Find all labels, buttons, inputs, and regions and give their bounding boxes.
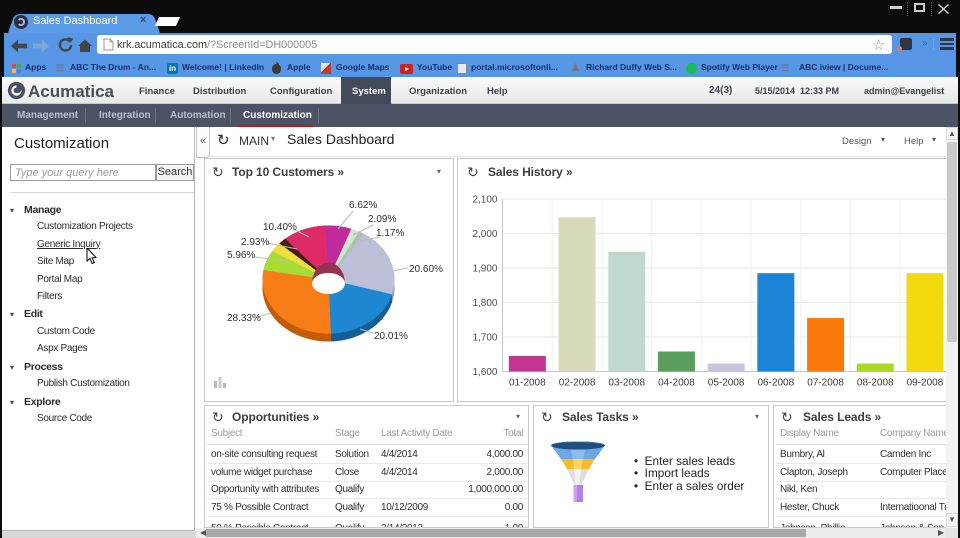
svg-text:02-2008: 02-2008: [559, 378, 596, 389]
svg-text:5.96%: 5.96%: [227, 250, 255, 261]
svg-text:20.60%: 20.60%: [409, 264, 443, 275]
svg-text:1,600: 1,600: [472, 367, 497, 378]
svg-text:2.93%: 2.93%: [241, 237, 269, 248]
svg-text:2,100: 2,100: [472, 195, 497, 206]
svg-text:04-2008: 04-2008: [658, 378, 695, 389]
svg-text:09-2008: 09-2008: [907, 378, 944, 389]
svg-text:01-2008: 01-2008: [509, 378, 546, 389]
svg-text:2.09%: 2.09%: [368, 214, 396, 225]
svg-text:08-2008: 08-2008: [857, 378, 894, 389]
svg-text:10.40%: 10.40%: [263, 222, 297, 233]
svg-text:20.01%: 20.01%: [374, 331, 408, 342]
svg-text:05-2008: 05-2008: [708, 378, 745, 389]
svg-text:03-2008: 03-2008: [608, 378, 645, 389]
svg-text:06-2008: 06-2008: [757, 378, 794, 389]
svg-text:1,700: 1,700: [472, 333, 497, 344]
svg-text:1,800: 1,800: [472, 298, 497, 309]
svg-text:07-2008: 07-2008: [807, 378, 844, 389]
svg-text:2,000: 2,000: [472, 229, 497, 240]
svg-text:28.33%: 28.33%: [227, 313, 261, 324]
svg-text:6.62%: 6.62%: [349, 200, 377, 211]
svg-text:1,900: 1,900: [472, 264, 497, 275]
svg-text:1.17%: 1.17%: [376, 228, 404, 239]
